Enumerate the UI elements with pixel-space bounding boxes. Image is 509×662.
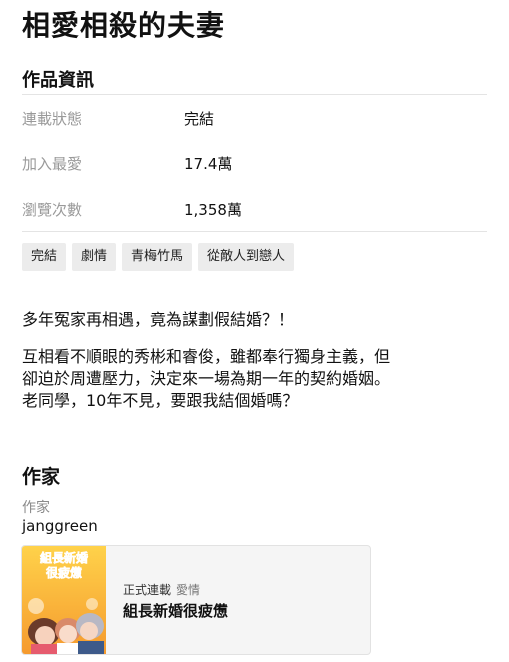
related-work-status: 正式連載 <box>123 583 172 597</box>
synopsis-line: 老同學，10年不見，要跟我結個婚嗎？ <box>22 391 299 410</box>
info-row-status: 連載狀態 完結 <box>22 108 487 132</box>
related-work-meta: 正式連載 愛情 <box>123 581 200 598</box>
divider <box>22 231 487 232</box>
author-role-label: 作家 <box>22 500 50 516</box>
tag-list: 完結 劇情 青梅竹馬 從敵人到戀人 <box>22 243 295 271</box>
info-label: 連載狀態 <box>22 110 83 128</box>
tag-enemies-to-lovers[interactable]: 從敵人到戀人 <box>198 243 295 271</box>
info-value: 1,358萬 <box>184 201 242 219</box>
author-section-heading: 作家 <box>22 466 61 488</box>
info-label: 加入最愛 <box>22 155 83 173</box>
related-work-title[interactable]: 組長新婚很疲憊 <box>123 600 228 621</box>
info-label: 瀏覽次數 <box>22 201 83 219</box>
thumbnail-title-text: 很疲憊 <box>45 565 82 580</box>
tag-drama[interactable]: 劇情 <box>72 243 117 271</box>
related-work-thumbnail[interactable]: 組長新婚 很疲憊 <box>22 546 106 654</box>
info-value: 17.4萬 <box>184 155 233 173</box>
related-work-card[interactable]: 組長新婚 很疲憊 正式連載 愛情 組長新婚很疲憊 <box>21 545 371 655</box>
thumbnail-title-text: 組長新婚 <box>40 550 88 565</box>
work-detail-page: 相愛相殺的夫妻 作品資訊 連載狀態 完結 加入最愛 17.4萬 瀏覽次數 1,3… <box>0 0 509 662</box>
tag-childhood-friends[interactable]: 青梅竹馬 <box>122 243 193 271</box>
info-row-favorites: 加入最愛 17.4萬 <box>22 153 487 177</box>
related-work-genre: 愛情 <box>176 583 201 597</box>
synopsis-headline: 多年冤家再相遇，竟為謀劃假結婚？！ <box>22 310 295 329</box>
divider <box>22 94 487 95</box>
info-value: 完結 <box>184 110 215 128</box>
info-section-heading: 作品資訊 <box>22 70 94 91</box>
author-name-link[interactable]: janggreen <box>22 517 98 535</box>
info-row-views: 瀏覽次數 1,358萬 <box>22 199 487 223</box>
synopsis-line: 卻迫於周遭壓力，決定來一場為期一年的契約婚姻。 <box>22 369 391 388</box>
synopsis-line: 互相看不順眼的秀彬和睿俊，雖都奉行獨身主義，但 <box>22 347 391 366</box>
page-title: 相愛相殺的夫妻 <box>22 9 226 42</box>
tag-completed[interactable]: 完結 <box>22 243 67 271</box>
